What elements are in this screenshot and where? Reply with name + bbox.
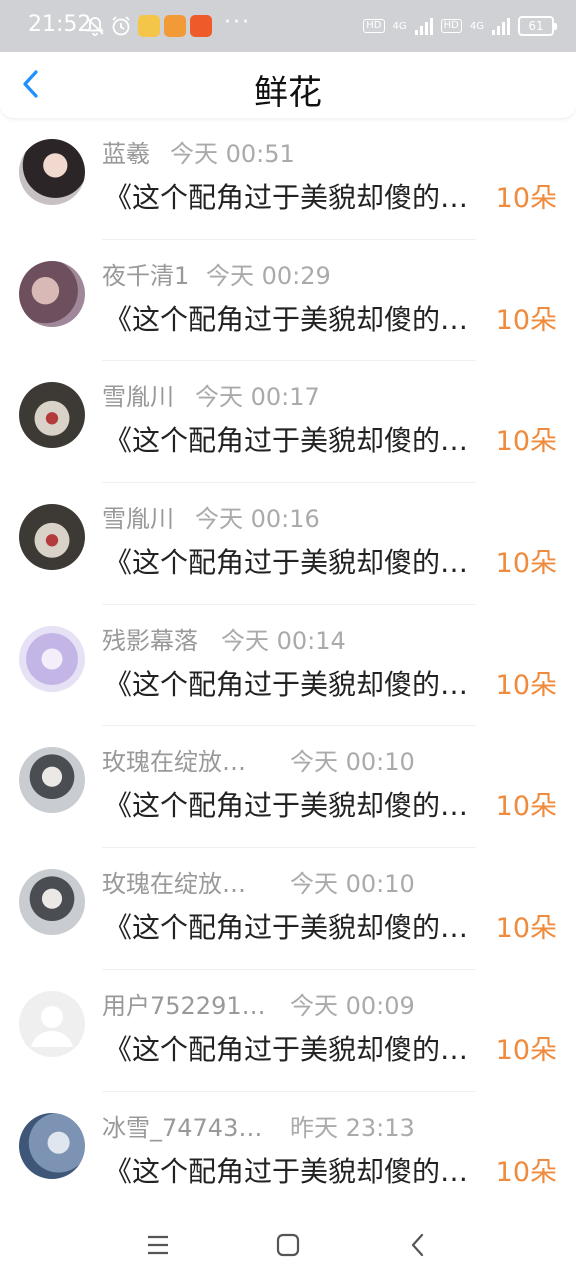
user-name[interactable]: 蓝羲 bbox=[102, 134, 150, 169]
avatar[interactable] bbox=[19, 747, 85, 814]
user-name[interactable]: 玫瑰在绽放… bbox=[102, 742, 246, 777]
book-title: 《这个配角过于美貌却傻的… bbox=[104, 911, 469, 945]
battery-level: 61 bbox=[528, 19, 544, 33]
timestamp: 昨天 23:13 bbox=[290, 1113, 415, 1142]
menu-icon[interactable] bbox=[143, 1230, 173, 1260]
user-name[interactable]: 残影幕落 bbox=[102, 621, 198, 656]
flower-count: 10朵 bbox=[495, 913, 557, 945]
flower-count: 10朵 bbox=[495, 791, 557, 823]
avatar[interactable] bbox=[19, 869, 85, 936]
home-square-icon[interactable] bbox=[273, 1230, 303, 1260]
default-user-icon bbox=[31, 1005, 73, 1047]
user-name[interactable]: 冰雪_74743… bbox=[102, 1108, 262, 1143]
app-icon bbox=[190, 15, 212, 37]
sim2-network-label: 4G bbox=[469, 20, 484, 32]
user-name[interactable]: 雪胤川 bbox=[102, 499, 174, 534]
alarm-icon bbox=[112, 16, 130, 36]
user-name[interactable]: 用户752291… bbox=[102, 986, 266, 1021]
more-indicator: ··· bbox=[224, 10, 251, 35]
list-item[interactable]: 用户752291… 今天 00:09 《这个配角过于美貌却傻的… 10朵 bbox=[0, 970, 576, 1092]
back-triangle-icon[interactable] bbox=[403, 1230, 433, 1260]
flower-count: 10朵 bbox=[495, 1156, 557, 1188]
timestamp: 今天 00:29 bbox=[206, 261, 331, 290]
status-time: 21:52 bbox=[28, 12, 92, 37]
timestamp: 今天 00:10 bbox=[290, 748, 415, 777]
user-name[interactable]: 雪胤川 bbox=[102, 377, 174, 412]
book-title: 《这个配角过于美貌却傻的… bbox=[104, 789, 469, 823]
battery-icon: 61 bbox=[518, 16, 557, 36]
avatar[interactable] bbox=[19, 139, 85, 205]
page-header: 鲜花 bbox=[0, 52, 576, 118]
user-name[interactable]: 玫瑰在绽放… bbox=[102, 864, 246, 899]
flower-count: 10朵 bbox=[495, 548, 557, 580]
list-item[interactable]: 雪胤川 今天 00:16 《这个配角过于美貌却傻的… 10朵 bbox=[0, 483, 576, 605]
sim1-network-label: 4G bbox=[392, 20, 407, 32]
avatar[interactable] bbox=[19, 1112, 85, 1179]
signal-icon bbox=[492, 17, 510, 35]
book-title: 《这个配角过于美貌却傻的… bbox=[104, 302, 469, 336]
list-item[interactable]: 冰雪_74743… 昨天 23:13 《这个配角过于美貌却傻的… 10朵 bbox=[0, 1092, 576, 1214]
flower-count: 10朵 bbox=[495, 426, 557, 458]
sim2-hd-badge: HD bbox=[440, 19, 462, 33]
timestamp: 今天 00:10 bbox=[290, 870, 415, 899]
avatar[interactable] bbox=[19, 260, 85, 327]
avatar[interactable] bbox=[19, 625, 85, 692]
book-title: 《这个配角过于美貌却傻的… bbox=[104, 667, 469, 701]
signal-icon bbox=[414, 17, 433, 35]
book-title: 《这个配角过于美貌却傻的… bbox=[104, 181, 469, 214]
list-item[interactable]: 玫瑰在绽放… 今天 00:10 《这个配角过于美貌却傻的… 10朵 bbox=[0, 726, 576, 849]
flower-count: 10朵 bbox=[495, 669, 557, 701]
status-right-group: HD 4G HD 4G 61 bbox=[363, 14, 557, 38]
app-icon bbox=[164, 15, 186, 37]
avatar[interactable] bbox=[19, 382, 85, 449]
flower-count: 10朵 bbox=[495, 183, 557, 214]
book-title: 《这个配角过于美貌却傻的… bbox=[104, 1154, 469, 1188]
list-item[interactable]: 夜千清1 今天 00:29 《这个配角过于美貌却傻的… 10朵 bbox=[0, 240, 576, 362]
list-item[interactable]: 雪胤川 今天 00:17 《这个配角过于美貌却傻的… 10朵 bbox=[0, 361, 576, 484]
user-name[interactable]: 夜千清1 bbox=[102, 256, 189, 291]
book-title: 《这个配角过于美貌却傻的… bbox=[104, 1032, 469, 1066]
list-item[interactable]: 玫瑰在绽放… 今天 00:10 《这个配角过于美貌却傻的… 10朵 bbox=[0, 848, 576, 970]
book-title: 《这个配角过于美貌却傻的… bbox=[104, 424, 469, 458]
book-title: 《这个配角过于美貌却傻的… bbox=[104, 546, 469, 580]
sim1-hd-badge: HD bbox=[363, 19, 385, 33]
list-item[interactable]: 残影幕落 今天 00:14 《这个配角过于美貌却傻的… 10朵 bbox=[0, 605, 576, 727]
avatar[interactable] bbox=[19, 990, 85, 1057]
timestamp: 今天 00:14 bbox=[221, 626, 346, 655]
flower-count: 10朵 bbox=[495, 1034, 557, 1066]
mute-bell-icon bbox=[86, 17, 104, 36]
timestamp: 今天 00:16 bbox=[195, 505, 320, 534]
status-bar: 21:52 ··· HD 4G HD 4G 61 bbox=[0, 0, 576, 52]
app-icon bbox=[138, 15, 160, 37]
system-nav-bar bbox=[0, 1210, 576, 1280]
timestamp: 今天 00:51 bbox=[170, 140, 295, 168]
flower-record-list: 蓝羲 今天 00:51 《这个配角过于美貌却傻的… 10朵 夜千清1 今天 00… bbox=[0, 118, 576, 1213]
page-title: 鲜花 bbox=[254, 73, 322, 113]
list-item[interactable]: 蓝羲 今天 00:51 《这个配角过于美貌却傻的… 10朵 bbox=[0, 118, 576, 240]
avatar[interactable] bbox=[19, 504, 85, 571]
flower-count: 10朵 bbox=[495, 304, 557, 336]
timestamp: 今天 00:17 bbox=[195, 383, 320, 412]
timestamp: 今天 00:09 bbox=[290, 991, 415, 1020]
